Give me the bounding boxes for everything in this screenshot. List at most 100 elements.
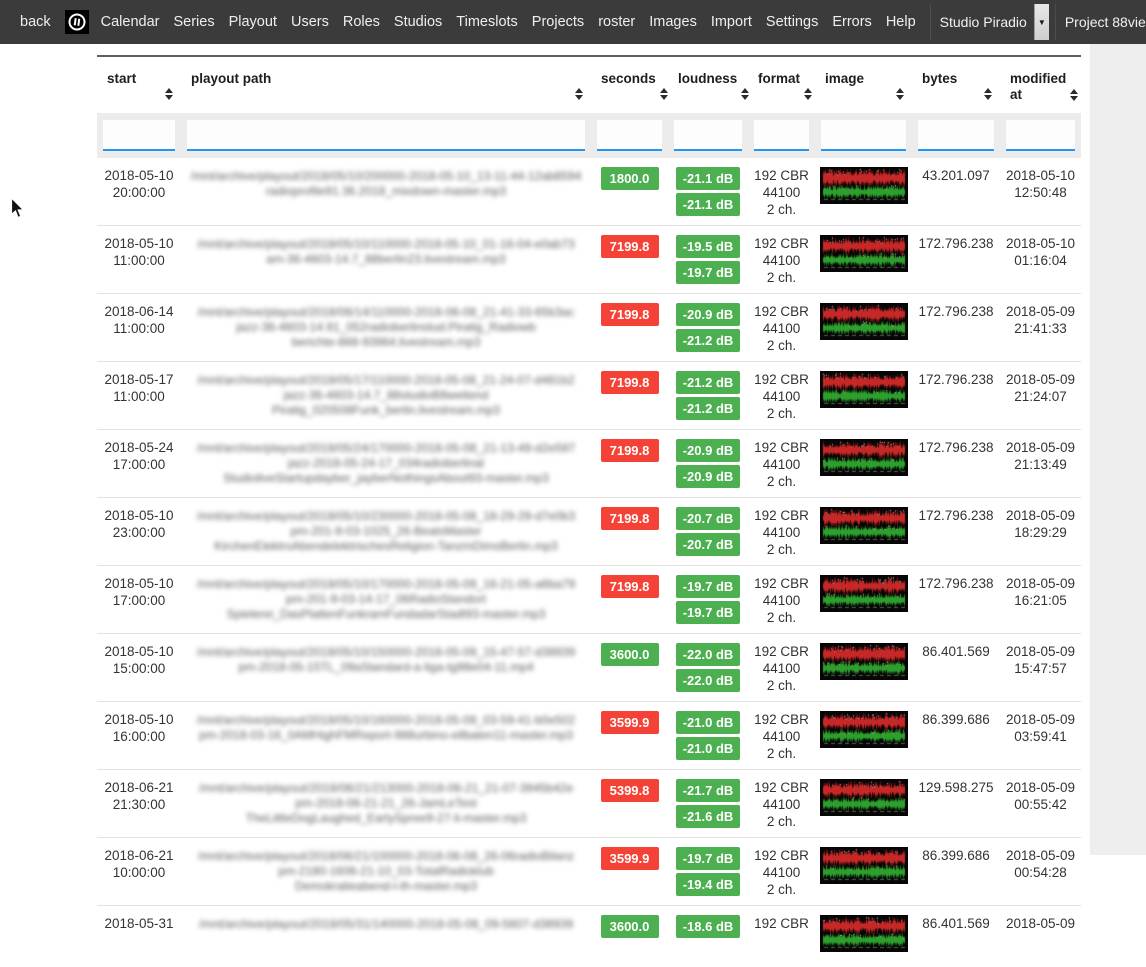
- cell-start: 2018-05-10 20:00:00: [97, 158, 181, 226]
- cell-image: [815, 838, 912, 906]
- project-select-value: Project 88vier: [1065, 14, 1146, 30]
- seconds-badge: 7199.8: [601, 507, 659, 530]
- chevron-down-icon[interactable]: ▼: [1034, 4, 1049, 40]
- column-header-loudness[interactable]: loudness: [668, 56, 748, 113]
- waveform-thumbnail[interactable]: [820, 847, 908, 884]
- column-header-modified-at[interactable]: modified at: [1000, 56, 1081, 113]
- cell-loudness: -19.7 dB -19.4 dB: [668, 838, 748, 906]
- sort-icon[interactable]: [804, 88, 812, 102]
- cell-format: 192 CBR: [748, 906, 815, 967]
- cell-playout-path: /mnt/archive/playout/2018/05/10/200000-2…: [181, 158, 591, 226]
- cell-format: 192 CBR 44100 2 ch.: [748, 294, 815, 362]
- blurred-path-text: /mnt/archive/playout/2018/05/10/160000-2…: [185, 711, 587, 743]
- sort-icon[interactable]: [575, 88, 583, 102]
- filter-seconds-input[interactable]: [597, 120, 662, 151]
- cell-bytes: 172.796.238: [912, 294, 1000, 362]
- filter-start-input[interactable]: [103, 120, 175, 151]
- blurred-path-text: /mnt/archive/playout/2018/05/10/110000-2…: [185, 235, 587, 267]
- waveform-thumbnail[interactable]: [820, 575, 908, 612]
- nav-item-playout[interactable]: Playout: [229, 14, 277, 30]
- nav-item-timeslots[interactable]: Timeslots: [456, 14, 518, 30]
- cell-modified-at: 2018-05-09 21:13:49: [1000, 430, 1081, 498]
- nav-item-roles[interactable]: Roles: [343, 14, 380, 30]
- waveform-thumbnail[interactable]: [820, 711, 908, 748]
- filter-bytes-input[interactable]: [918, 120, 994, 151]
- filter-modified-input[interactable]: [1006, 120, 1075, 151]
- playout-table-container: start playout path seconds loudness form…: [97, 55, 1081, 967]
- column-header-seconds[interactable]: seconds: [591, 56, 668, 113]
- cell-image: [815, 158, 912, 226]
- piradio-logo-icon[interactable]: [65, 10, 89, 34]
- sort-icon[interactable]: [984, 88, 992, 102]
- waveform-thumbnail[interactable]: [820, 167, 908, 204]
- cell-playout-path: /mnt/archive/playout/2018/05/31/140000-2…: [181, 906, 591, 967]
- cell-modified-at: 2018-05-10 01:16:04: [1000, 226, 1081, 294]
- loudness-badge: -20.9 dB: [676, 465, 740, 488]
- cell-modified-at: 2018-05-09 15:47:57: [1000, 634, 1081, 702]
- cell-playout-path: /mnt/archive/playout/2018/05/10/160000-2…: [181, 702, 591, 770]
- blurred-path-text: /mnt/archive/playout/2018/06/14/110000-2…: [185, 303, 587, 350]
- column-header-playout-path[interactable]: playout path: [181, 56, 591, 113]
- waveform-thumbnail[interactable]: [820, 371, 908, 408]
- blurred-path-text: /mnt/archive/playout/2018/06/21/213000-2…: [185, 779, 587, 826]
- waveform-thumbnail[interactable]: [820, 779, 908, 816]
- cell-playout-path: /mnt/archive/playout/2018/05/10/230000-2…: [181, 498, 591, 566]
- nav-item-help[interactable]: Help: [886, 14, 916, 30]
- nav-item-studios[interactable]: Studios: [394, 14, 442, 30]
- nav-item-calendar[interactable]: Calendar: [101, 14, 160, 30]
- filter-loudness-input[interactable]: [674, 120, 742, 151]
- column-header-start[interactable]: start: [97, 56, 181, 113]
- cell-loudness: -19.7 dB -19.7 dB: [668, 566, 748, 634]
- column-header-format[interactable]: format: [748, 56, 815, 113]
- filter-row: [97, 113, 1081, 158]
- nav-item-roster[interactable]: roster: [598, 14, 635, 30]
- waveform-thumbnail[interactable]: [820, 507, 908, 544]
- cell-playout-path: /mnt/archive/playout/2018/06/14/110000-2…: [181, 294, 591, 362]
- cell-image: [815, 430, 912, 498]
- sort-icon[interactable]: [741, 88, 749, 102]
- sort-icon[interactable]: [896, 88, 904, 102]
- cell-start: 2018-05-17 11:00:00: [97, 362, 181, 430]
- cell-seconds: 7199.8: [591, 498, 668, 566]
- waveform-thumbnail[interactable]: [820, 643, 908, 680]
- cell-bytes: 172.796.238: [912, 362, 1000, 430]
- table-row: 2018-05-10 20:00:00 /mnt/archive/playout…: [97, 158, 1081, 226]
- project-select[interactable]: Project 88vier ▼: [1055, 4, 1146, 40]
- waveform-thumbnail[interactable]: [820, 915, 908, 952]
- sort-icon[interactable]: [1070, 89, 1078, 103]
- filter-format-input[interactable]: [754, 120, 809, 151]
- blurred-path-text: /mnt/archive/playout/2018/05/10/170000-2…: [185, 575, 587, 622]
- studio-select[interactable]: Studio Piradio ▼: [930, 4, 1049, 40]
- waveform-thumbnail[interactable]: [820, 439, 908, 476]
- nav-item-projects[interactable]: Projects: [532, 14, 584, 30]
- filter-image-input[interactable]: [821, 120, 906, 151]
- playout-table: start playout path seconds loudness form…: [97, 55, 1081, 967]
- filter-path-input[interactable]: [187, 120, 585, 151]
- nav-item-settings[interactable]: Settings: [766, 14, 818, 30]
- loudness-badge: -21.2 dB: [676, 329, 740, 352]
- loudness-badge: -21.1 dB: [676, 193, 740, 216]
- sort-icon[interactable]: [165, 88, 173, 102]
- cell-playout-path: /mnt/archive/playout/2018/05/10/110000-2…: [181, 226, 591, 294]
- cell-start: 2018-05-10 23:00:00: [97, 498, 181, 566]
- cell-format: 192 CBR 44100 2 ch.: [748, 158, 815, 226]
- nav-item-errors[interactable]: Errors: [832, 14, 871, 30]
- nav-item-users[interactable]: Users: [291, 14, 329, 30]
- back-button[interactable]: back: [20, 14, 51, 30]
- sort-icon[interactable]: [660, 88, 668, 102]
- loudness-badge: -20.9 dB: [676, 439, 740, 462]
- blurred-path-text: /mnt/archive/playout/2018/06/21/100000-2…: [185, 847, 587, 894]
- cell-seconds: 3599.9: [591, 838, 668, 906]
- cell-loudness: -20.9 dB -20.9 dB: [668, 430, 748, 498]
- cell-bytes: 43.201.097: [912, 158, 1000, 226]
- nav-item-series[interactable]: Series: [173, 14, 214, 30]
- waveform-thumbnail[interactable]: [820, 303, 908, 340]
- cell-loudness: -20.9 dB -21.2 dB: [668, 294, 748, 362]
- column-header-image[interactable]: image: [815, 56, 912, 113]
- loudness-badge: -21.6 dB: [676, 805, 740, 828]
- blurred-path-text: /mnt/archive/playout/2018/05/10/230000-2…: [185, 507, 587, 554]
- column-header-bytes[interactable]: bytes: [912, 56, 1000, 113]
- nav-item-import[interactable]: Import: [711, 14, 752, 30]
- waveform-thumbnail[interactable]: [820, 235, 908, 272]
- nav-item-images[interactable]: Images: [649, 14, 697, 30]
